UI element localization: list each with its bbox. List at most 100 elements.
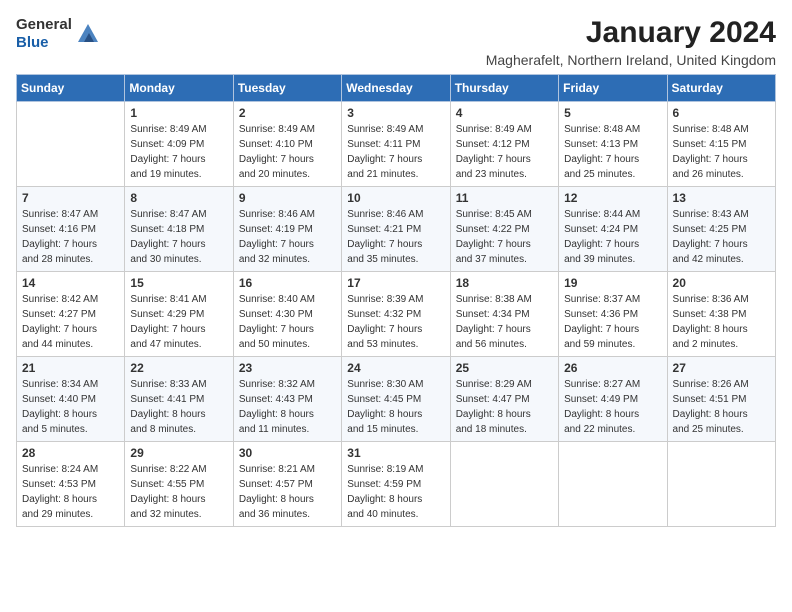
calendar-week-row: 14Sunrise: 8:42 AM Sunset: 4:27 PM Dayli… [17,272,776,357]
day-number: 5 [564,106,661,120]
calendar-cell: 1 Sunrise: 8:49 AM Sunset: 4:09 PM Daylig… [125,102,233,187]
day-number: 21 [22,361,119,375]
calendar-week-row: 28Sunrise: 8:24 AM Sunset: 4:53 PM Dayli… [17,442,776,527]
calendar-cell: 15 Sunrise: 8:41 AM Sunset: 4:29 PM Dayli… [125,272,233,357]
day-number: 27 [673,361,770,375]
calendar-cell: 8 Sunrise: 8:47 AM Sunset: 4:18 PM Daylig… [125,187,233,272]
calendar-cell: 22 Sunrise: 8:33 AM Sunset: 4:41 PM Dayli… [125,357,233,442]
day-number: 16 [239,276,336,290]
calendar-cell: 16 Sunrise: 8:40 AM Sunset: 4:30 PM Dayli… [233,272,341,357]
day-number: 17 [347,276,444,290]
day-info: Sunrise: 8:42 AM Sunset: 4:27 PM Dayligh… [22,292,119,352]
calendar-cell [559,442,667,527]
logo-general: General [16,16,72,33]
header-cell-tuesday: Tuesday [233,75,341,102]
day-info: Sunrise: 8:44 AM Sunset: 4:24 PM Dayligh… [564,207,661,267]
header-cell-thursday: Thursday [450,75,558,102]
day-info: Sunrise: 8:48 AM Sunset: 4:15 PM Dayligh… [673,122,770,182]
day-number: 3 [347,106,444,120]
calendar-cell: 21 Sunrise: 8:34 AM Sunset: 4:40 PM Dayli… [17,357,125,442]
calendar-cell: 3 Sunrise: 8:49 AM Sunset: 4:11 PM Daylig… [342,102,450,187]
calendar-cell: 31Sunrise: 8:19 AM Sunset: 4:59 PM Dayli… [342,442,450,527]
day-info: Sunrise: 8:49 AM Sunset: 4:10 PM Dayligh… [239,122,336,182]
day-number: 19 [564,276,661,290]
day-number: 29 [130,446,227,460]
day-info: Sunrise: 8:30 AM Sunset: 4:45 PM Dayligh… [347,377,444,437]
day-info: Sunrise: 8:22 AM Sunset: 4:55 PM Dayligh… [130,462,227,522]
day-info: Sunrise: 8:45 AM Sunset: 4:22 PM Dayligh… [456,207,553,267]
header-cell-sunday: Sunday [17,75,125,102]
calendar-cell [17,102,125,187]
calendar-cell [667,442,775,527]
title-area: January 2024 Magherafelt, Northern Irela… [486,16,776,68]
header-cell-friday: Friday [559,75,667,102]
calendar-cell: 5 Sunrise: 8:48 AM Sunset: 4:13 PM Daylig… [559,102,667,187]
calendar-cell: 29 Sunrise: 8:22 AM Sunset: 4:55 PM Dayli… [125,442,233,527]
day-number: 2 [239,106,336,120]
calendar-cell: 13Sunrise: 8:43 AM Sunset: 4:25 PM Dayli… [667,187,775,272]
day-number: 8 [130,191,227,205]
day-number: 12 [564,191,661,205]
day-info: Sunrise: 8:34 AM Sunset: 4:40 PM Dayligh… [22,377,119,437]
calendar-week-row: 7 Sunrise: 8:47 AM Sunset: 4:16 PM Daylig… [17,187,776,272]
calendar-cell: 26 Sunrise: 8:27 AM Sunset: 4:49 PM Dayli… [559,357,667,442]
day-number: 24 [347,361,444,375]
day-info: Sunrise: 8:46 AM Sunset: 4:19 PM Dayligh… [239,207,336,267]
calendar-cell: 9 Sunrise: 8:46 AM Sunset: 4:19 PM Daylig… [233,187,341,272]
calendar-cell: 30Sunrise: 8:21 AM Sunset: 4:57 PM Dayli… [233,442,341,527]
day-info: Sunrise: 8:46 AM Sunset: 4:21 PM Dayligh… [347,207,444,267]
day-number: 1 [130,106,227,120]
calendar-cell: 6 Sunrise: 8:48 AM Sunset: 4:15 PM Daylig… [667,102,775,187]
calendar-cell: 20 Sunrise: 8:36 AM Sunset: 4:38 PM Dayli… [667,272,775,357]
calendar-cell: 10 Sunrise: 8:46 AM Sunset: 4:21 PM Dayli… [342,187,450,272]
calendar-table: SundayMondayTuesdayWednesdayThursdayFrid… [16,74,776,527]
day-info: Sunrise: 8:21 AM Sunset: 4:57 PM Dayligh… [239,462,336,522]
month-title: January 2024 [486,16,776,50]
day-info: Sunrise: 8:40 AM Sunset: 4:30 PM Dayligh… [239,292,336,352]
calendar-cell: 24 Sunrise: 8:30 AM Sunset: 4:45 PM Dayli… [342,357,450,442]
calendar-cell: 7 Sunrise: 8:47 AM Sunset: 4:16 PM Daylig… [17,187,125,272]
day-number: 11 [456,191,553,205]
calendar-cell: 12 Sunrise: 8:44 AM Sunset: 4:24 PM Dayli… [559,187,667,272]
day-info: Sunrise: 8:24 AM Sunset: 4:53 PM Dayligh… [22,462,119,522]
day-info: Sunrise: 8:27 AM Sunset: 4:49 PM Dayligh… [564,377,661,437]
day-info: Sunrise: 8:33 AM Sunset: 4:41 PM Dayligh… [130,377,227,437]
day-info: Sunrise: 8:48 AM Sunset: 4:13 PM Dayligh… [564,122,661,182]
day-info: Sunrise: 8:38 AM Sunset: 4:34 PM Dayligh… [456,292,553,352]
calendar-cell: 2 Sunrise: 8:49 AM Sunset: 4:10 PM Daylig… [233,102,341,187]
header-cell-saturday: Saturday [667,75,775,102]
location-title: Magherafelt, Northern Ireland, United Ki… [486,52,776,68]
calendar-header-row: SundayMondayTuesdayWednesdayThursdayFrid… [17,75,776,102]
calendar-week-row: 1 Sunrise: 8:49 AM Sunset: 4:09 PM Daylig… [17,102,776,187]
logo-blue: Blue [16,34,49,51]
day-info: Sunrise: 8:47 AM Sunset: 4:18 PM Dayligh… [130,207,227,267]
header-cell-monday: Monday [125,75,233,102]
day-info: Sunrise: 8:49 AM Sunset: 4:11 PM Dayligh… [347,122,444,182]
day-info: Sunrise: 8:37 AM Sunset: 4:36 PM Dayligh… [564,292,661,352]
day-number: 25 [456,361,553,375]
day-number: 4 [456,106,553,120]
day-info: Sunrise: 8:36 AM Sunset: 4:38 PM Dayligh… [673,292,770,352]
day-number: 10 [347,191,444,205]
day-number: 22 [130,361,227,375]
logo-icon [74,20,102,48]
day-info: Sunrise: 8:49 AM Sunset: 4:12 PM Dayligh… [456,122,553,182]
day-info: Sunrise: 8:32 AM Sunset: 4:43 PM Dayligh… [239,377,336,437]
calendar-cell: 19 Sunrise: 8:37 AM Sunset: 4:36 PM Dayli… [559,272,667,357]
day-number: 20 [673,276,770,290]
calendar-cell [450,442,558,527]
day-number: 26 [564,361,661,375]
calendar-cell: 14Sunrise: 8:42 AM Sunset: 4:27 PM Dayli… [17,272,125,357]
day-info: Sunrise: 8:49 AM Sunset: 4:09 PM Dayligh… [130,122,227,182]
day-info: Sunrise: 8:43 AM Sunset: 4:25 PM Dayligh… [673,207,770,267]
day-info: Sunrise: 8:41 AM Sunset: 4:29 PM Dayligh… [130,292,227,352]
page-header: General Blue January 2024 Magherafelt, N… [16,16,776,68]
day-info: Sunrise: 8:47 AM Sunset: 4:16 PM Dayligh… [22,207,119,267]
day-number: 9 [239,191,336,205]
logo: General Blue [16,16,102,52]
day-number: 6 [673,106,770,120]
day-number: 31 [347,446,444,460]
calendar-cell: 17Sunrise: 8:39 AM Sunset: 4:32 PM Dayli… [342,272,450,357]
day-number: 7 [22,191,119,205]
day-number: 15 [130,276,227,290]
